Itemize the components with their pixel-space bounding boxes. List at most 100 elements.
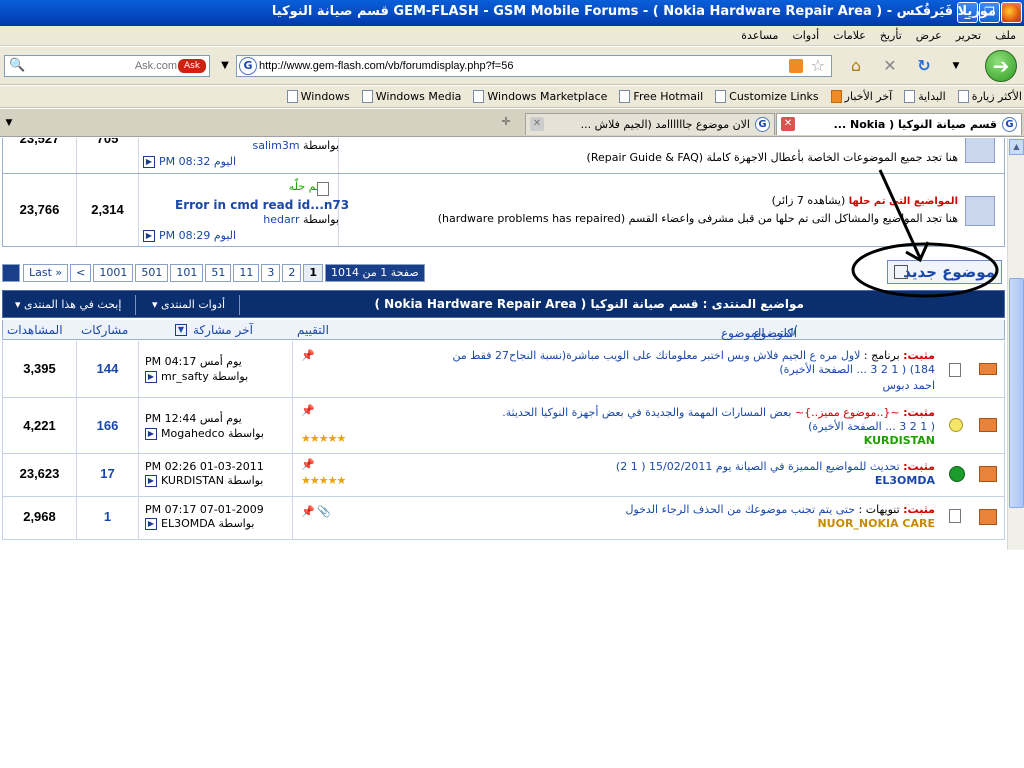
thread-replies[interactable]: 144 — [77, 341, 139, 397]
thread-row: 23,623 17 01-03-2011 02:26 PM بواسطة KUR… — [2, 454, 1005, 497]
last-post-time: 01-03-2011 02:26 PM — [145, 460, 264, 473]
bookmark-customize-links[interactable]: Customize Links — [715, 90, 819, 103]
pager-dropdown-icon[interactable] — [2, 264, 20, 282]
thread-replies[interactable]: 17 — [77, 454, 139, 496]
thread-replies[interactable]: 1 — [77, 497, 139, 539]
pager-page[interactable]: 101 — [170, 264, 204, 282]
bookmark-most-visited[interactable]: الأكثر زيارة — [957, 90, 1022, 103]
menu-help[interactable]: مساعدة — [741, 29, 778, 42]
vertical-scrollbar[interactable]: ▲ — [1007, 138, 1024, 550]
thread-starter[interactable]: KURDISTAN — [703, 434, 935, 447]
go-to-post-icon[interactable]: ▶ — [143, 230, 155, 242]
last-post-author[interactable]: بواسطة KURDISTAN — [161, 474, 281, 487]
forward-arrow-icon[interactable]: ➔ — [985, 50, 1017, 82]
last-post-author[interactable]: بواسطة EL3OMDA — [161, 517, 281, 530]
scroll-thumb[interactable] — [1009, 278, 1024, 508]
thread-pages[interactable]: ( 1 2 3 ... الصفحة الأخيرة) — [603, 420, 935, 433]
col-replies[interactable]: مشاركات — [81, 323, 128, 337]
bookmark-windows-media[interactable]: Windows Media — [361, 90, 461, 103]
tab-favicon-icon: G — [1002, 117, 1017, 132]
pager-last[interactable]: Last » — [23, 264, 69, 282]
subforum-views: 23,766 — [3, 174, 77, 246]
history-dropdown-icon[interactable]: ▼ — [945, 55, 967, 77]
thread-title-line: مثبت: ~{..موضوع مميز..}~ بعض المسارات ال… — [502, 406, 935, 419]
ask-logo-icon[interactable]: Ask — [178, 59, 206, 73]
window-title: موزيلا فَيَرفُكس - GEM-FLASH - GSM Mobil… — [271, 4, 996, 19]
last-post-author: بواسطة salim3m — [252, 139, 339, 152]
go-to-post-icon[interactable]: ▶ — [145, 428, 157, 440]
last-post-author[interactable]: بواسطة mr_safty — [161, 370, 281, 383]
thread-views: 4,221 — [3, 398, 77, 453]
pager-page[interactable]: 2 — [282, 264, 302, 282]
window-titlebar: _ ❐ ✕ موزيلا فَيَرفُكس - GEM-FLASH - GSM… — [0, 0, 1024, 26]
thread-starter[interactable]: NUOR_NOKIA CARE — [703, 517, 935, 530]
bookmark-windows[interactable]: Windows — [286, 90, 350, 103]
go-to-post-icon[interactable]: ▶ — [145, 371, 157, 383]
last-post-author[interactable]: بواسطة Mogahedco — [161, 427, 281, 440]
menu-file[interactable]: ملف — [995, 29, 1016, 42]
tab-list-dropdown-icon[interactable]: ▼ — [2, 115, 16, 131]
menu-bookmarks[interactable]: علامات — [833, 29, 866, 42]
menu-edit[interactable]: تحرير — [956, 29, 981, 42]
go-to-post-icon[interactable]: ▶ — [145, 475, 157, 487]
post-icon — [317, 182, 329, 196]
bookmark-windows-marketplace[interactable]: Windows Marketplace — [473, 90, 607, 103]
pager-page[interactable]: 1001 — [93, 264, 134, 282]
col-last-post[interactable]: آخر مشاركة — [193, 323, 253, 337]
sort-icon[interactable]: ▼ — [175, 324, 187, 336]
menu-history[interactable]: تأريخ — [880, 29, 902, 42]
menu-tools[interactable]: أدوات — [792, 29, 819, 42]
pager-page[interactable]: 51 — [205, 264, 232, 282]
tab-nokia-repair[interactable]: G قسم صيانة النوكيا ( Nokia ... ✕ — [776, 113, 1022, 135]
bookmark-latest-headlines[interactable]: آخر الأخبار — [830, 90, 892, 103]
new-tab-icon[interactable]: ✛ — [497, 115, 515, 131]
stop-icon[interactable]: ✕ — [879, 55, 901, 77]
tab-close-icon[interactable]: ✕ — [781, 117, 795, 131]
thread-title-line: مثبت: تنويهات : حتى يتم تجنب موضوعك من ا… — [625, 503, 935, 516]
bookmark-star-icon[interactable]: ☆ — [811, 56, 825, 75]
bookmark-icon — [715, 90, 727, 103]
search-input[interactable] — [27, 56, 177, 76]
search-forum-menu[interactable]: إبحث في هذا المنتدى ▾ — [7, 295, 137, 315]
bookmarks-toolbar: الأكثر زيارة البداية آخر الأخبار Customi… — [0, 86, 1024, 108]
url-text[interactable]: http://www.gem-flash.com/vb/forumdisplay… — [259, 60, 513, 72]
go-to-post-icon[interactable]: ▶ — [143, 156, 155, 168]
pager-info: صفحة 1 من 1014 — [325, 264, 425, 282]
rss-feed-icon[interactable] — [789, 59, 803, 73]
bookmark-getting-started[interactable]: البداية — [904, 90, 946, 103]
bookmark-icon — [904, 90, 916, 103]
thread-replies[interactable]: 166 — [77, 398, 139, 453]
pin-icon: 📌 — [301, 505, 315, 518]
reload-icon[interactable]: ↻ — [913, 55, 935, 77]
go-to-post-icon[interactable]: ▶ — [145, 518, 157, 530]
pager-page[interactable]: 3 — [261, 264, 281, 282]
thread-row: 3,395 144 يوم أمس 04:17 PM بواسطة mr_saf… — [2, 341, 1005, 398]
col-topic[interactable]: الموضوع / كاتب الموضوع — [721, 323, 797, 340]
forum-tools-menu[interactable]: أدوات المنتدى ▾ — [144, 295, 240, 315]
menu-view[interactable]: عرض — [916, 29, 942, 42]
thread-starter[interactable]: EL3OMDA — [703, 474, 935, 487]
search-box[interactable]: 🔍 Ask — [4, 55, 210, 77]
col-rating[interactable]: التقييم — [297, 323, 329, 337]
pager-page[interactable]: 11 — [233, 264, 260, 282]
globe-icon — [949, 466, 965, 482]
home-icon[interactable]: ⌂ — [845, 55, 867, 77]
bookmark-free-hotmail[interactable]: Free Hotmail — [619, 90, 703, 103]
pager-page[interactable]: 501 — [135, 264, 169, 282]
subforum-replies: 2,314 — [77, 174, 139, 246]
last-post-title[interactable]: Error in cmd read id...n73 — [175, 198, 349, 212]
url-bar[interactable]: G http://www.gem-flash.com/vb/forumdispl… — [236, 55, 832, 77]
search-engine-dropdown-icon[interactable]: ▼ — [214, 55, 236, 77]
pager-prev[interactable]: < — [70, 264, 92, 282]
tab-gem-flash-topic[interactable]: G الان موضوع جاااااامد (الجيم فلاش ... ✕ — [525, 113, 775, 135]
thread-title-line: مثبت: تحديث للمواضيع المميزة في الصيانة … — [615, 460, 935, 473]
scroll-up-icon[interactable]: ▲ — [1009, 139, 1024, 155]
navigation-toolbar: 🔍 Ask ▼ G http://www.gem-flash.com/vb/fo… — [0, 47, 1024, 85]
bookmark-icon — [473, 90, 485, 103]
pin-icon: 📌 — [301, 349, 315, 362]
lightbulb-icon — [949, 418, 963, 432]
tab-close-icon[interactable]: ✕ — [530, 117, 544, 131]
pin-icon: 📌 — [301, 404, 315, 417]
col-views[interactable]: المشاهدات — [7, 323, 63, 337]
thread-starter[interactable]: احمد دبوس — [703, 379, 935, 392]
